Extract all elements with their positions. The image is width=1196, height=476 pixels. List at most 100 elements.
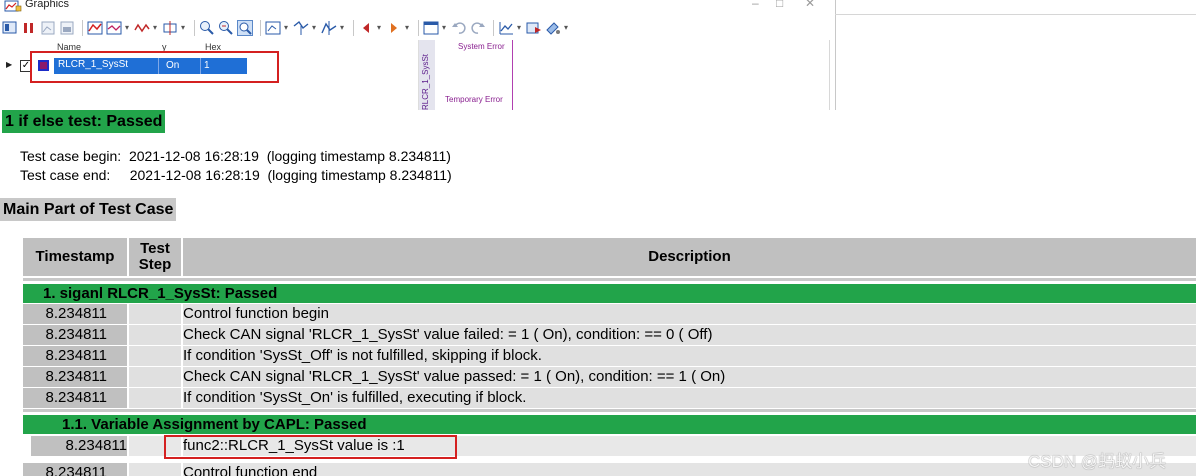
test-step-header-text: Test Step <box>138 240 172 273</box>
table-row: 8.234811 If condition 'SysSt_Off' is not… <box>23 346 1196 367</box>
zoom-fit-icon[interactable] <box>218 20 234 36</box>
begin-spacer <box>121 148 129 164</box>
toolbar-separator <box>418 20 419 36</box>
row-description: Check CAN signal 'RLCR_1_SysSt' value pa… <box>183 367 1196 387</box>
trigger-dropdown-icon[interactable]: ▾ <box>340 20 346 36</box>
row-timestamp: 8.234811 <box>23 346 127 366</box>
table-row: 8.234811 If condition 'SysSt_On' is fulf… <box>23 388 1196 409</box>
row-description: If condition 'SysSt_On' is fulfilled, ex… <box>183 388 1196 408</box>
result-highlight-box <box>164 435 457 459</box>
fit-icon[interactable] <box>87 20 103 36</box>
window-title: Graphics <box>25 0 70 10</box>
row-step <box>129 388 181 408</box>
minimize-button[interactable]: – <box>752 0 759 10</box>
group-title: 1. siganl RLCR_1_SysSt: Passed <box>23 284 1196 303</box>
marker-dropdown-icon[interactable]: ▾ <box>181 20 187 36</box>
timestamp-text: 8.234811 <box>45 326 107 343</box>
graphics-titlebar: Graphics – □ ✕ <box>0 0 835 14</box>
cursor-dropdown-icon[interactable]: ▾ <box>312 20 318 36</box>
previous-icon[interactable] <box>358 20 374 36</box>
watermark: CSDN @蚂蚁小兵 <box>1028 452 1167 471</box>
zoom-in-icon[interactable] <box>40 20 56 36</box>
signal-dropdown-icon[interactable]: ▾ <box>153 20 159 36</box>
timestamp-text: 8.234811 <box>45 305 107 322</box>
next-icon[interactable] <box>386 20 402 36</box>
signal-icon[interactable] <box>134 20 150 36</box>
row-step <box>129 304 181 324</box>
y-axis-signal-label: RLCR_1_SysSt <box>421 53 430 110</box>
trigger-icon[interactable] <box>321 20 337 36</box>
table-row: 8.234811 Control function end <box>23 463 1196 476</box>
table-row: 8.234811 Check CAN signal 'RLCR_1_SysSt'… <box>23 367 1196 388</box>
end-label: Test case end: <box>20 167 111 183</box>
toolbar-separator <box>260 20 261 36</box>
begin-value: 2021-12-08 16:28:19 (logging timestamp 8… <box>128 148 451 164</box>
y-label-temporary-error: Temporary Error <box>445 95 503 104</box>
end-value: 2021-12-08 16:28:19 (logging timestamp 8… <box>129 167 452 183</box>
measure-icon[interactable] <box>106 20 122 36</box>
zoom-out-icon[interactable] <box>59 20 75 36</box>
subgroup-title: 1.1. Variable Assignment by CAPL: Passed <box>23 415 1196 434</box>
layout-icon[interactable] <box>2 20 18 36</box>
timestamp-text: 8.234811 <box>45 347 107 364</box>
graphics-window: Graphics – □ ✕ ▾ ▾ ▾ ▾ ▾ ▾ ▾ ▾ ▾ ▾ ▾ Nam… <box>0 0 1196 110</box>
toolbar-separator <box>82 20 83 36</box>
side-panel-divider <box>835 14 1196 15</box>
main-part-title: Main Part of Test Case <box>0 198 177 221</box>
row-step <box>129 325 181 345</box>
timestamp-text: 8.234811 <box>65 437 127 454</box>
axis-dropdown-icon[interactable]: ▾ <box>284 20 290 36</box>
paint-dropdown-icon[interactable]: ▾ <box>564 20 570 36</box>
export-icon[interactable] <box>526 20 542 36</box>
table-header: Timestamp Test Step Description <box>23 238 1196 276</box>
row-timestamp: 8.234811 <box>23 436 127 456</box>
timestamp-text: 8.234811 <box>45 464 107 476</box>
test-case-end: Test case end: 2021-12-08 16:28:19 (logg… <box>20 167 452 183</box>
next-dropdown-icon[interactable]: ▾ <box>405 20 411 36</box>
row-pointer-icon: ▶ <box>6 60 13 69</box>
table-row: 8.234811 Control function begin <box>23 304 1196 325</box>
row-timestamp: 8.234811 <box>23 367 127 387</box>
column-header-test-step: Test Step <box>129 238 181 276</box>
chart-icon[interactable] <box>498 20 514 36</box>
chart-dropdown-icon[interactable]: ▾ <box>517 20 523 36</box>
group-gap <box>23 278 1196 281</box>
marker-icon[interactable] <box>162 20 178 36</box>
signal-trace <box>512 40 513 110</box>
measure-dropdown-icon[interactable]: ▾ <box>125 20 131 36</box>
timestamp-text: 8.234811 <box>45 368 107 385</box>
row-description: Control function begin <box>183 304 1196 324</box>
test-case-title: 1 if else test: Passed <box>2 110 166 133</box>
close-button[interactable]: ✕ <box>805 0 815 10</box>
row-step <box>129 346 181 366</box>
axis-icon[interactable] <box>265 20 281 36</box>
paint-icon[interactable] <box>545 20 561 36</box>
indent <box>23 436 31 456</box>
row-description: Check CAN signal 'RLCR_1_SysSt' value fa… <box>183 325 1196 345</box>
column-header-description: Description <box>183 238 1196 276</box>
table-row: 8.234811 Check CAN signal 'RLCR_1_SysSt'… <box>23 325 1196 346</box>
plot-area[interactable]: RLCR_1_SysSt System Error Temporary Erro… <box>418 40 830 110</box>
row-timestamp: 8.234811 <box>23 325 127 345</box>
begin-label: Test case begin: <box>20 148 122 164</box>
zoom-window-icon[interactable] <box>199 20 215 36</box>
window-icon[interactable] <box>423 20 439 36</box>
end-spacer <box>110 167 129 183</box>
redo-icon[interactable] <box>470 20 486 36</box>
graphics-toolbar: ▾ ▾ ▾ ▾ ▾ ▾ ▾ ▾ ▾ ▾ ▾ <box>2 17 835 39</box>
maximize-button[interactable]: □ <box>776 0 783 10</box>
pause-icon[interactable] <box>21 20 37 36</box>
cursor-icon[interactable] <box>293 20 309 36</box>
undo-icon[interactable] <box>451 20 467 36</box>
group-gap <box>23 409 1196 412</box>
window-dropdown-icon[interactable]: ▾ <box>442 20 448 36</box>
signal-highlight-box <box>30 51 279 83</box>
zoom-selection-icon[interactable] <box>237 20 253 36</box>
timestamp-text: 8.234811 <box>45 389 107 406</box>
row-description: If condition 'SysSt_Off' is not fulfille… <box>183 346 1196 366</box>
plot-border <box>829 40 830 110</box>
row-timestamp: 8.234811 <box>23 304 127 324</box>
row-timestamp: 8.234811 <box>23 388 127 408</box>
column-header-timestamp: Timestamp <box>23 238 127 276</box>
previous-dropdown-icon[interactable]: ▾ <box>377 20 383 36</box>
